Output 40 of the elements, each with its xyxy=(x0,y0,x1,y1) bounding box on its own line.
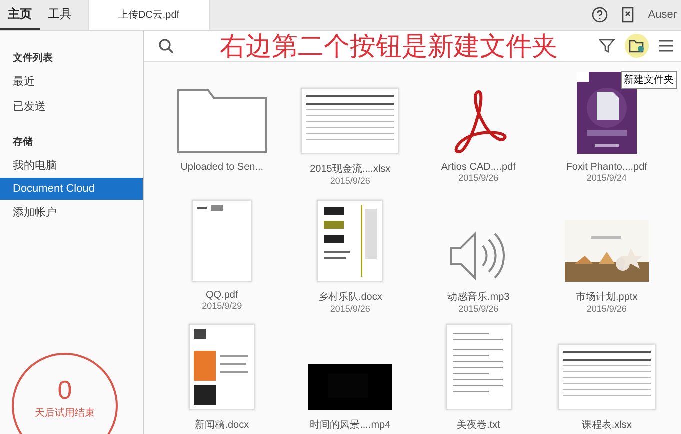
file-name[interactable]: 2015现金流....xlsx xyxy=(310,162,391,176)
sidebar-heading: 文件列表 xyxy=(12,52,54,66)
file-date: 2015/9/26 xyxy=(458,304,499,314)
new-folder-button[interactable] xyxy=(625,34,649,58)
user-name[interactable]: Auser xyxy=(648,9,677,21)
file-date: 2015/9/26 xyxy=(330,176,370,186)
sidebar-heading: 存储 xyxy=(12,136,34,150)
sidebar-item[interactable]: 最近 xyxy=(0,69,143,94)
file-name[interactable]: 新闻稿.docx xyxy=(195,418,250,432)
trial-days: 0 xyxy=(58,375,72,406)
sidebar-item[interactable]: 我的电脑 xyxy=(0,153,143,178)
file-name[interactable]: Artios CAD....pdf xyxy=(441,162,516,173)
file-name[interactable]: 市场计划.pptx xyxy=(576,290,638,304)
sidebar-item[interactable]: 添加帐户 xyxy=(0,200,143,225)
file-name[interactable]: 乡村乐队.docx xyxy=(318,290,382,304)
file-date: 2015/9/26 xyxy=(330,304,370,314)
file-name[interactable]: QQ.pdf xyxy=(206,290,238,301)
file-date: 2015/9/26 xyxy=(458,173,499,183)
file-name[interactable]: 动感音乐.mp3 xyxy=(448,290,510,304)
tooltip: 新建文件夹 xyxy=(621,71,677,89)
annotation-text: 右边第二个按钮是新建文件夹 xyxy=(220,30,558,62)
file-name[interactable]: Foxit Phanto....pdf xyxy=(566,162,648,173)
file-name[interactable]: Uploaded to Sen... xyxy=(180,162,264,173)
top-tab[interactable]: 工具 xyxy=(40,0,80,30)
search-icon[interactable] xyxy=(158,38,174,54)
folder-plus-icon xyxy=(629,39,645,53)
file-date: 2015/9/26 xyxy=(586,304,627,314)
trial-label: 天后试用结束 xyxy=(35,406,95,420)
menu-icon[interactable] xyxy=(659,40,673,52)
file-name[interactable]: 课程表.xlsx xyxy=(582,418,632,432)
mobile-icon[interactable] xyxy=(622,7,634,23)
sidebar-item[interactable]: 已发送 xyxy=(0,94,143,119)
file-name[interactable]: 美夜卷.txt xyxy=(456,418,500,432)
file-name[interactable]: 时间的风景....mp4 xyxy=(310,418,391,432)
document-tab[interactable]: 上传DC云.pdf xyxy=(88,0,210,30)
filter-icon[interactable] xyxy=(599,38,615,54)
file-date: 2015/9/29 xyxy=(202,301,242,311)
sidebar-item[interactable]: Document Cloud xyxy=(0,178,143,200)
file-date: 2015/9/24 xyxy=(586,173,627,183)
help-icon[interactable] xyxy=(592,7,608,23)
